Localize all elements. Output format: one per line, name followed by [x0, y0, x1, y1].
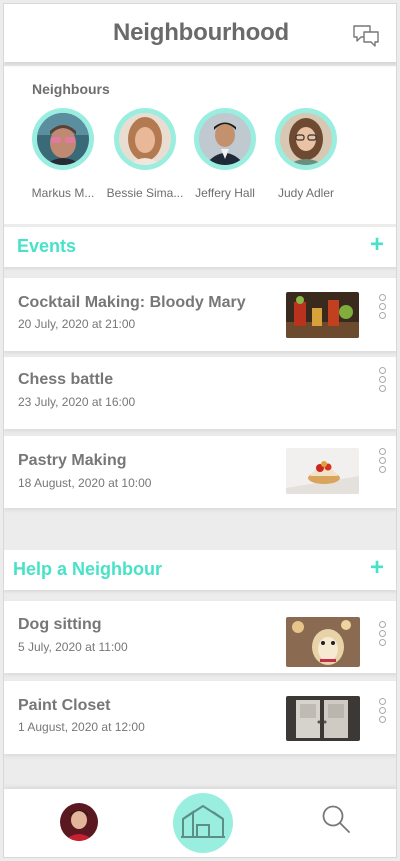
home-button[interactable]	[173, 793, 233, 853]
help-thumbnail	[286, 696, 360, 741]
help-title: Help a Neighbour	[13, 559, 163, 579]
home-icon	[181, 805, 225, 838]
event-more-icon[interactable]	[377, 367, 387, 393]
events-section-header: Events +	[4, 227, 396, 267]
chat-bubbles-icon[interactable]	[352, 23, 380, 49]
search-icon[interactable]	[320, 803, 352, 835]
event-date: 20 July, 2020 at 21:00	[18, 317, 136, 331]
event-thumbnail	[286, 292, 359, 338]
bottom-navigation	[4, 789, 396, 857]
avatar-ring	[32, 108, 94, 170]
app-header: Neighbourhood	[4, 4, 396, 62]
help-section-header: Help a Neighbour +	[4, 550, 396, 590]
event-card[interactable]: Pastry Making 18 August, 2020 at 10:00	[4, 436, 396, 508]
neighbour-name: Jeffery Hall	[195, 186, 255, 200]
help-more-icon[interactable]	[377, 698, 387, 724]
neighbour-name: Bessie Sima...	[106, 186, 184, 200]
avatar-ring	[194, 108, 256, 170]
neighbours-label: Neighbours	[32, 81, 110, 97]
event-thumbnail	[286, 448, 359, 494]
event-title: Chess battle	[18, 371, 114, 388]
avatar-ring	[114, 108, 176, 170]
help-card[interactable]: Dog sitting 5 July, 2020 at 11:00	[4, 601, 396, 673]
help-date: 5 July, 2020 at 11:00	[18, 640, 128, 654]
avatar	[280, 113, 332, 165]
event-date: 18 August, 2020 at 10:00	[18, 476, 152, 490]
help-title-text: Paint Closet	[18, 697, 111, 714]
add-event-button[interactable]: +	[370, 232, 384, 258]
help-title-text: Dog sitting	[18, 616, 102, 633]
event-title: Cocktail Making: Bloody Mary	[18, 294, 246, 311]
neighbours-section: Neighbours Markus M... Bessie Sima... Je…	[4, 66, 396, 224]
events-title: Events	[17, 236, 77, 256]
neighbour-name: Judy Adler	[277, 186, 335, 200]
avatar	[199, 113, 251, 165]
avatar	[119, 113, 171, 165]
neighbour-item[interactable]: Bessie Sima...	[105, 108, 185, 200]
avatar-ring	[275, 108, 337, 170]
neighbour-item[interactable]: Markus M...	[23, 108, 103, 200]
add-help-button[interactable]: +	[370, 555, 384, 581]
event-more-icon[interactable]	[377, 294, 387, 320]
event-card[interactable]: Cocktail Making: Bloody Mary 20 July, 20…	[4, 278, 396, 351]
event-date: 23 July, 2020 at 16:00	[18, 395, 136, 409]
profile-avatar[interactable]	[60, 803, 98, 841]
help-card[interactable]: Paint Closet 1 August, 2020 at 12:00	[4, 681, 396, 754]
avatar	[37, 113, 89, 165]
neighbour-item[interactable]: Judy Adler	[266, 108, 346, 200]
event-card[interactable]: Chess battle 23 July, 2020 at 16:00	[4, 357, 396, 429]
neighbour-name: Markus M...	[31, 186, 95, 200]
help-thumbnail	[286, 617, 360, 667]
event-title: Pastry Making	[18, 452, 127, 469]
page-title: Neighbourhood	[112, 19, 290, 46]
help-date: 1 August, 2020 at 12:00	[18, 720, 145, 734]
help-more-icon[interactable]	[377, 621, 387, 647]
app-frame: Neighbourhood Neighbours Markus M... Bes…	[3, 3, 397, 858]
neighbour-item[interactable]: Jeffery Hall	[185, 108, 265, 200]
event-more-icon[interactable]	[377, 448, 387, 474]
